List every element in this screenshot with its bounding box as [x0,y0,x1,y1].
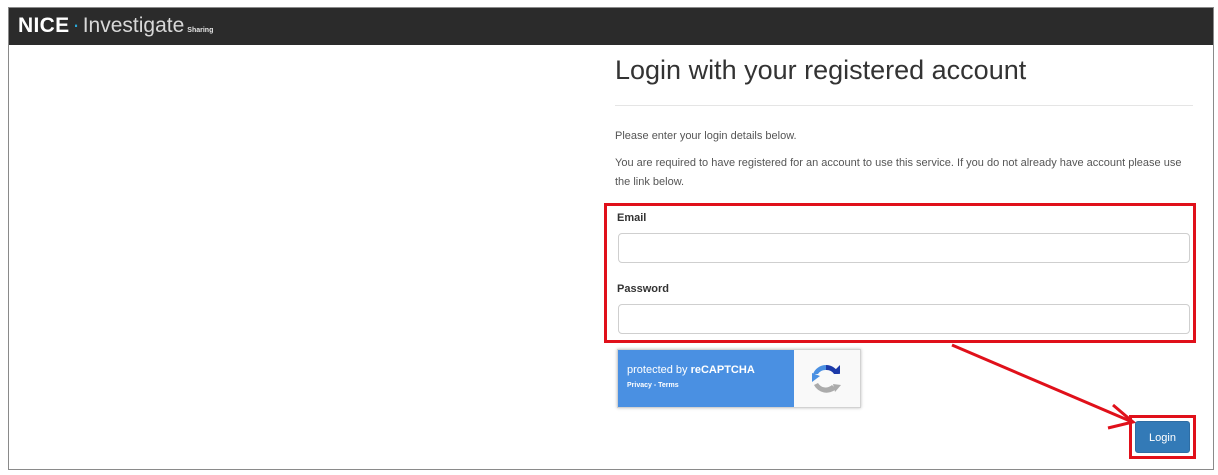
brand-logo[interactable]: NICE · Investigate Sharing [18,14,213,38]
page-title: Login with your registered account [615,55,1027,85]
title-divider [615,105,1193,106]
recaptcha-protected-text: protected by reCAPTCHA [627,364,755,376]
navbar: NICE · Investigate Sharing [9,8,1213,45]
intro-text: Please enter your login details below. [615,130,797,142]
brand-separator: · [72,12,80,37]
recaptcha-widget[interactable]: protected by reCAPTCHA Privacy - Terms [617,349,861,408]
registration-notice: You are required to have registered for … [615,157,1182,188]
credentials-highlight-box [604,203,1196,343]
recaptcha-badge: protected by reCAPTCHA Privacy - Terms [618,350,794,407]
login-button[interactable]: Login [1135,421,1190,453]
brand-subtitle: Sharing [187,27,214,34]
recaptcha-icon [812,365,841,393]
brand-primary: NICE [18,14,70,37]
recaptcha-links[interactable]: Privacy - Terms [627,382,679,389]
brand-secondary: Investigate [82,14,185,37]
